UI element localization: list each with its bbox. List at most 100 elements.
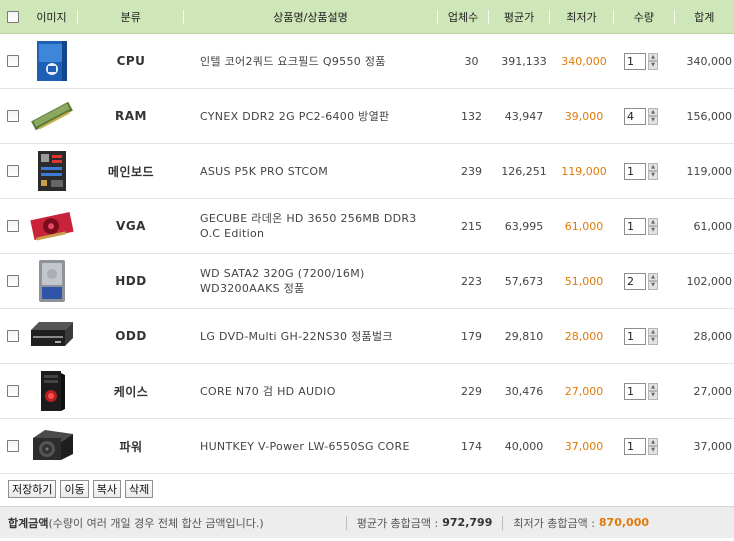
decrement-icon[interactable]: ▼ <box>648 61 658 70</box>
motherboard-icon <box>29 149 75 193</box>
quantity-input[interactable]: 1 <box>624 162 646 180</box>
min-total-label: 최저가 총합금액 : <box>513 516 595 530</box>
delete-button[interactable]: 삭제 <box>124 480 154 498</box>
quantity-stepper: 1 ▲ ▼ <box>614 217 674 235</box>
header-vendor-count: 업체수 <box>447 10 479 24</box>
product-category: 메인보드 <box>107 164 155 179</box>
row-checkbox[interactable] <box>7 55 19 67</box>
quantity-input[interactable]: 1 <box>624 327 646 345</box>
quantity-spin-buttons: ▲ ▼ <box>648 437 658 455</box>
lowest-price: 61,000 <box>564 219 604 233</box>
quantity-spin-buttons: ▲ ▼ <box>648 382 658 400</box>
quantity-input[interactable]: 4 <box>624 107 646 125</box>
row-select-cell <box>0 55 26 67</box>
cpu-box-icon <box>29 39 75 83</box>
average-price: 30,476 <box>504 384 544 398</box>
header-divider <box>77 9 79 24</box>
product-thumbnail[interactable] <box>26 199 78 253</box>
header-divider <box>548 9 550 24</box>
product-name-link[interactable]: LG DVD-Multi GH-22NS30 정품벌크 <box>184 329 439 344</box>
avg-total-label: 평균가 총합금액 : <box>356 516 439 530</box>
header-divider <box>436 9 438 24</box>
table-row: 메인보드 ASUS P5K PRO STCOM 239 126,251 119,… <box>0 144 734 199</box>
product-name-link[interactable]: CYNEX DDR2 2G PC2-6400 방열판 <box>184 109 439 124</box>
decrement-icon[interactable]: ▼ <box>648 336 658 345</box>
lowest-price: 27,000 <box>564 384 604 398</box>
quantity-input[interactable]: 1 <box>624 382 646 400</box>
table-body: CPU 인텔 코어2쿼드 요크필드 Q9550 정품 30 391,133 34… <box>0 34 734 474</box>
product-thumbnail[interactable] <box>26 254 78 308</box>
vendor-count: 215 <box>461 219 482 233</box>
header-divider <box>183 9 185 24</box>
increment-icon[interactable]: ▲ <box>648 272 658 281</box>
header-subtotal: 합계 <box>694 10 715 24</box>
quantity-spin-buttons: ▲ ▼ <box>648 272 658 290</box>
average-price: 391,133 <box>501 54 547 68</box>
product-category: 파워 <box>119 439 143 454</box>
increment-icon[interactable]: ▲ <box>648 437 658 446</box>
vendor-count: 30 <box>464 54 479 68</box>
product-thumbnail[interactable] <box>26 89 78 143</box>
quantity-spin-buttons: ▲ ▼ <box>648 162 658 180</box>
increment-icon[interactable]: ▲ <box>648 162 658 171</box>
total-note: (수량이 여러 개일 경우 전체 합산 금액입니다.) <box>48 516 264 530</box>
decrement-icon[interactable]: ▼ <box>648 446 658 455</box>
total-label: 합계금액 <box>8 516 49 530</box>
header-divider <box>488 9 490 24</box>
increment-icon[interactable]: ▲ <box>648 107 658 116</box>
decrement-icon[interactable]: ▼ <box>648 171 658 180</box>
increment-icon[interactable]: ▲ <box>648 217 658 226</box>
product-thumbnail[interactable] <box>26 309 78 363</box>
row-checkbox[interactable] <box>7 275 19 287</box>
row-checkbox[interactable] <box>7 110 19 122</box>
row-checkbox[interactable] <box>7 385 19 397</box>
move-button[interactable]: 이동 <box>60 480 89 498</box>
product-thumbnail[interactable] <box>26 419 78 473</box>
product-name-link[interactable]: CORE N70 검 HD AUDIO <box>184 384 439 399</box>
table-row: 케이스 CORE N70 검 HD AUDIO 229 30,476 27,00… <box>0 364 734 419</box>
row-checkbox[interactable] <box>7 440 19 452</box>
dvd-drive-icon <box>29 314 75 358</box>
lowest-price: 340,000 <box>561 54 607 68</box>
increment-icon[interactable]: ▲ <box>648 52 658 61</box>
row-subtotal: 340,000 <box>686 54 733 68</box>
product-name-link[interactable]: ASUS P5K PRO STCOM <box>184 164 439 179</box>
quantity-stepper: 1 ▲ ▼ <box>614 52 674 70</box>
quantity-spin-buttons: ▲ ▼ <box>648 327 658 345</box>
increment-icon[interactable]: ▲ <box>648 327 658 336</box>
quantity-input[interactable]: 1 <box>624 217 646 235</box>
copy-button[interactable]: 복사 <box>92 480 121 498</box>
row-subtotal: 61,000 <box>693 219 733 233</box>
increment-icon[interactable]: ▲ <box>648 382 658 391</box>
quantity-stepper: 1 ▲ ▼ <box>614 327 674 345</box>
product-name-link[interactable]: WD SATA2 320G (7200/16M) WD3200AAKS 정품 <box>184 266 439 296</box>
product-name-link[interactable]: HUNTKEY V-Power LW-6550SG CORE <box>184 439 439 454</box>
product-thumbnail[interactable] <box>26 34 78 88</box>
product-category: ODD <box>115 329 147 343</box>
row-checkbox[interactable] <box>7 220 19 232</box>
quantity-input[interactable]: 2 <box>624 272 646 290</box>
product-name-link[interactable]: GECUBE 라데온 HD 3650 256MB DDR3 O.C Editio… <box>184 211 439 241</box>
row-checkbox[interactable] <box>7 165 19 177</box>
quantity-spin-buttons: ▲ ▼ <box>648 52 658 70</box>
table-row: VGA GECUBE 라데온 HD 3650 256MB DDR3 O.C Ed… <box>0 199 734 254</box>
quantity-stepper: 1 ▲ ▼ <box>614 382 674 400</box>
row-checkbox[interactable] <box>7 330 19 342</box>
select-all-checkbox[interactable] <box>6 10 19 23</box>
decrement-icon[interactable]: ▼ <box>648 226 658 235</box>
quantity-input[interactable]: 1 <box>624 52 646 70</box>
quantity-input[interactable]: 1 <box>624 437 646 455</box>
decrement-icon[interactable]: ▼ <box>648 281 658 290</box>
save-button[interactable]: 저장하기 <box>8 480 57 498</box>
header-divider <box>673 9 675 24</box>
decrement-icon[interactable]: ▼ <box>648 391 658 400</box>
product-thumbnail[interactable] <box>26 144 78 198</box>
header-average-price: 평균가 <box>503 10 535 24</box>
product-name-link[interactable]: 인텔 코어2쿼드 요크필드 Q9550 정품 <box>184 54 439 69</box>
quantity-spin-buttons: ▲ ▼ <box>648 217 658 235</box>
row-select-cell <box>0 440 26 452</box>
row-subtotal: 102,000 <box>686 274 733 288</box>
decrement-icon[interactable]: ▼ <box>648 116 658 125</box>
table-header: 이미지 분류 상품명/상품설명 업체수 평균가 최저가 수량 합계 <box>0 0 734 34</box>
product-thumbnail[interactable] <box>26 364 78 418</box>
